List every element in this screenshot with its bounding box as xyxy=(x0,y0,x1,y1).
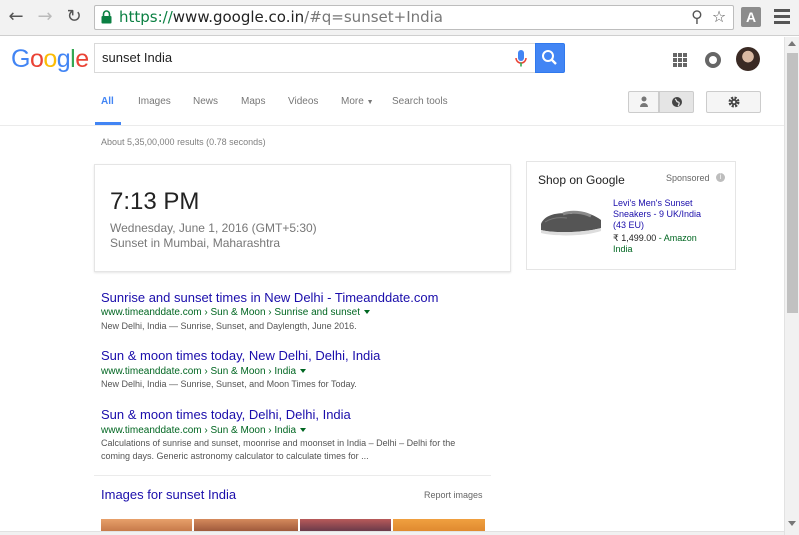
result-snippet-2: New Delhi, India — Sunrise, Sunset, and … xyxy=(101,379,357,389)
google-logo[interactable]: Google xyxy=(11,45,89,74)
logo-letter: G xyxy=(11,45,30,73)
shop-title: Shop on Google xyxy=(538,173,625,187)
url-text: https://www.google.co.in/#q=sunset+India xyxy=(119,8,444,26)
back-icon[interactable]: ← xyxy=(6,7,26,27)
product-title-line2[interactable]: Sneakers - 9 UK/India xyxy=(613,209,701,220)
images-section-title[interactable]: Images for sunset India xyxy=(101,487,236,502)
search-input[interactable]: sunset India xyxy=(94,43,535,73)
search-query: sunset India xyxy=(102,50,173,65)
image-thumbnail[interactable] xyxy=(194,519,298,531)
result-title-2[interactable]: Sun & moon times today, New Delhi, Delhi… xyxy=(101,348,380,363)
logo-letter: o xyxy=(29,45,44,73)
personal-results-button[interactable] xyxy=(628,91,659,113)
search-button[interactable] xyxy=(535,43,565,73)
globe-icon xyxy=(672,97,682,107)
tab-videos[interactable]: Videos xyxy=(288,96,318,107)
tab-news[interactable]: News xyxy=(193,96,218,107)
settings-button[interactable] xyxy=(706,91,761,113)
horizontal-scrollbar[interactable] xyxy=(0,531,784,535)
logo-letter: e xyxy=(75,45,89,73)
zoom-icon[interactable]: ⚲ xyxy=(688,8,706,26)
product-image[interactable] xyxy=(537,194,605,242)
chevron-down-icon[interactable] xyxy=(300,369,307,374)
mic-icon[interactable] xyxy=(515,50,527,68)
shopping-ad-card: Shop on Google Sponsored i Levi's Men's … xyxy=(526,161,736,270)
result-snippet-3-line2: coming days. Generic astronomy calculato… xyxy=(101,451,369,461)
results-count: About 5,35,00,000 results (0.78 seconds) xyxy=(101,137,266,147)
section-divider xyxy=(94,475,491,476)
menu-icon[interactable] xyxy=(774,6,790,28)
result-url-1: www.timeanddate.com › Sun & Moon › Sunri… xyxy=(101,307,371,318)
product-title-line1[interactable]: Levi's Men's Sunset xyxy=(613,198,692,209)
product-store: - Amazon xyxy=(656,233,697,243)
result-url-2: www.timeanddate.com › Sun & Moon › India xyxy=(101,366,307,377)
reload-icon[interactable]: ↻ xyxy=(64,7,84,27)
chevron-down-icon[interactable] xyxy=(300,428,307,433)
tab-search-tools[interactable]: Search tools xyxy=(392,96,448,107)
tab-maps[interactable]: Maps xyxy=(241,96,265,107)
image-thumbnail[interactable] xyxy=(300,519,391,531)
result-title-3[interactable]: Sun & moon times today, Delhi, Delhi, In… xyxy=(101,407,351,422)
scroll-up-icon[interactable] xyxy=(788,41,796,46)
apps-grid-icon[interactable] xyxy=(673,53,687,67)
result-title-1[interactable]: Sunrise and sunset times in New Delhi - … xyxy=(101,290,438,305)
browser-toolbar: ← → ↻ https://www.google.co.in/#q=sunset… xyxy=(0,0,799,36)
chevron-down-icon[interactable] xyxy=(364,310,371,315)
logo-letter: g xyxy=(56,45,71,73)
sunset-time-card: 7:13 PM Wednesday, June 1, 2016 (GMT+5:3… xyxy=(94,164,511,272)
sponsored-label: Sponsored xyxy=(666,173,710,183)
report-images-link[interactable]: Report images xyxy=(424,490,483,500)
sunset-location: Sunset in Mumbai, Maharashtra xyxy=(110,236,281,250)
image-thumbnail[interactable] xyxy=(393,519,485,531)
notifications-icon[interactable] xyxy=(705,52,721,68)
active-tab-indicator xyxy=(95,122,121,125)
search-icon xyxy=(542,50,557,65)
result-snippet-1: New Delhi, India — Sunrise, Sunset, and … xyxy=(101,321,357,331)
person-icon xyxy=(640,96,648,107)
result-snippet-3-line1: Calculations of sunrise and sunset, moon… xyxy=(101,438,456,448)
product-title-line3[interactable]: (43 EU) xyxy=(613,220,644,231)
address-bar[interactable]: https://www.google.co.in/#q=sunset+India… xyxy=(94,5,734,30)
image-thumbnail[interactable] xyxy=(101,519,192,531)
product-price: ₹ 1,499.00 xyxy=(613,233,657,243)
google-header: Google sunset India xyxy=(0,37,784,81)
product-store-line2: India xyxy=(613,244,633,254)
tab-all[interactable]: All xyxy=(101,96,114,107)
tab-images[interactable]: Images xyxy=(138,96,171,107)
lock-icon xyxy=(101,10,112,24)
logo-letter: o xyxy=(43,45,57,73)
sunset-time: 7:13 PM xyxy=(110,188,200,215)
tab-more-label: More xyxy=(341,96,364,107)
tab-more[interactable]: More ▼ xyxy=(341,96,374,107)
info-icon[interactable]: i xyxy=(716,173,725,182)
avatar[interactable] xyxy=(736,47,760,71)
scroll-down-icon[interactable] xyxy=(788,521,796,526)
gear-icon xyxy=(728,96,740,108)
star-icon[interactable]: ☆ xyxy=(710,8,728,26)
result-url-3: www.timeanddate.com › Sun & Moon › India xyxy=(101,425,307,436)
chevron-down-icon: ▼ xyxy=(366,99,374,106)
global-results-button[interactable] xyxy=(659,91,694,113)
extension-icon[interactable]: A xyxy=(741,7,761,27)
scrollbar-thumb[interactable] xyxy=(787,53,798,313)
forward-icon[interactable]: → xyxy=(35,7,55,27)
page-scrollbar[interactable] xyxy=(784,37,799,535)
search-tabs: All Images News Maps Videos More ▼ Searc… xyxy=(0,81,784,126)
product-price-line: ₹ 1,499.00 - Amazon xyxy=(613,233,697,244)
sunset-date: Wednesday, June 1, 2016 (GMT+5:30) xyxy=(110,221,317,235)
